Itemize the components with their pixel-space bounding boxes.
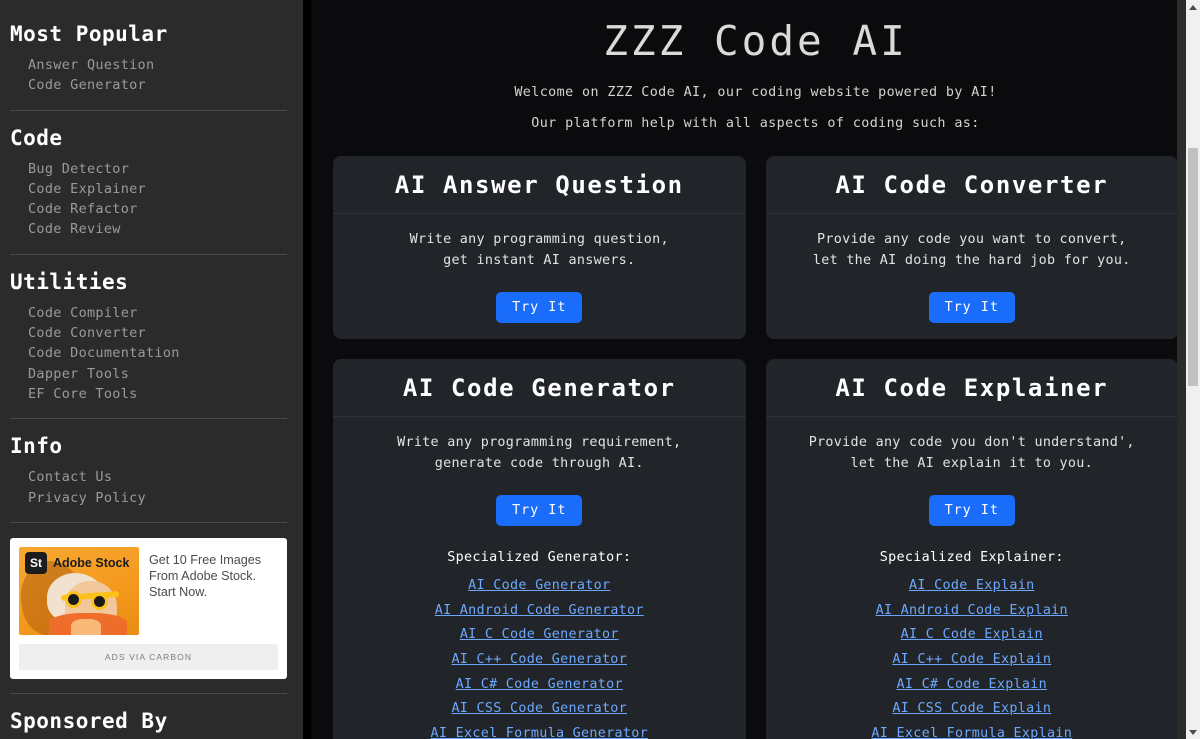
specialized-link-ai-excel-formula-generator[interactable]: AI Excel Formula Generator xyxy=(347,722,732,739)
sidebar-group-info: Info Contact Us Privacy Policy xyxy=(10,434,287,508)
sidebar-item-privacy-policy[interactable]: Privacy Policy xyxy=(10,488,287,508)
specialized-link-ai-csharp-code-generator[interactable]: AI C# Code Generator xyxy=(347,673,732,698)
specialized-link-ai-css-code-explain[interactable]: AI CSS Code Explain xyxy=(780,697,1165,722)
hero-section: ZZZ Code AI Welcome on ZZZ Code AI, our … xyxy=(333,0,1178,131)
sidebar-item-code-converter[interactable]: Code Converter xyxy=(10,323,287,343)
card-title: AI Code Explainer xyxy=(835,374,1109,403)
adobe-stock-ad-image: St Adobe Stock xyxy=(19,546,139,635)
sidebar-group-title: Most Popular xyxy=(10,22,168,46)
carbon-ad-top: St Adobe Stock Get 10 Free Images From A… xyxy=(19,546,278,635)
sidebar-item-code-refactor[interactable]: Code Refactor xyxy=(10,199,287,219)
specialized-link-ai-code-generator[interactable]: AI Code Generator xyxy=(347,574,732,599)
page-scrollbar[interactable] xyxy=(1186,0,1200,739)
sidebar-divider xyxy=(10,109,287,111)
sidebar-divider xyxy=(10,521,287,523)
sidebar-item-code-generator[interactable]: Code Generator xyxy=(10,75,287,95)
sidebar-group-title: Code xyxy=(10,125,63,150)
card-header: AI Code Converter xyxy=(765,156,1178,215)
adobe-stock-brand-name: Adobe Stock xyxy=(53,555,130,570)
hero-welcome-line: Welcome on ZZZ Code AI, our coding websi… xyxy=(514,85,997,101)
sidebar-item-code-documentation[interactable]: Code Documentation xyxy=(10,343,287,363)
adobe-stock-badge-icon: St xyxy=(25,551,47,574)
card-action-area: Try It xyxy=(780,495,1165,527)
card-ai-code-explainer: AI Code Explainer Provide any code you d… xyxy=(765,359,1179,739)
card-description-line-2: generate code through AI. xyxy=(434,455,644,471)
sidebar-group-sponsored: Sponsored By Z Dapper Plus xyxy=(10,709,287,739)
card-header: AI Code Explainer xyxy=(765,359,1178,418)
card-action-area: Try It xyxy=(347,495,732,527)
card-action-area: Try It xyxy=(347,292,732,324)
card-header: AI Answer Question xyxy=(333,156,746,215)
sidebar-item-code-explainer[interactable]: Code Explainer xyxy=(10,179,287,199)
sidebar-group-code: Code Bug Detector Code Explainer Code Re… xyxy=(10,126,287,240)
sidebar-item-code-compiler[interactable]: Code Compiler xyxy=(10,303,287,323)
card-description-line-1: Provide any code you don't understand', xyxy=(808,435,1135,451)
sidebar-item-ef-core-tools[interactable]: EF Core Tools xyxy=(10,384,287,404)
card-action-area: Try It xyxy=(780,292,1165,324)
sidebar-item-answer-question[interactable]: Answer Question xyxy=(10,55,287,75)
page-root: Most Popular Answer Question Code Genera… xyxy=(0,0,1200,739)
page-scrollbar-thumb[interactable] xyxy=(1188,148,1198,386)
specialized-link-ai-code-explain[interactable]: AI Code Explain xyxy=(780,574,1165,599)
specialized-explainer-title: Specialized Explainer: xyxy=(879,550,1064,566)
card-body: Provide any code you want to convert, le… xyxy=(766,214,1179,339)
card-description-line-2: let the AI explain it to you. xyxy=(850,455,1093,471)
main-content: ZZZ Code AI Welcome on ZZZ Code AI, our … xyxy=(311,0,1200,739)
specialized-generator-title: Specialized Generator: xyxy=(447,550,632,566)
specialized-link-ai-css-code-generator[interactable]: AI CSS Code Generator xyxy=(347,697,732,722)
sponsored-by-title: Sponsored By xyxy=(10,708,168,733)
card-header: AI Code Generator xyxy=(333,359,746,418)
scroll-down-arrow-icon[interactable] xyxy=(1186,725,1200,739)
card-ai-code-converter: AI Code Converter Provide any code you w… xyxy=(765,156,1179,340)
card-description-line-1: Write any programming requirement, xyxy=(397,435,682,451)
feature-card-grid: AI Answer Question Write any programming… xyxy=(333,156,1178,739)
sidebar-group-most-popular: Most Popular Answer Question Code Genera… xyxy=(10,22,287,96)
page-right-edge xyxy=(1177,0,1186,739)
card-title: AI Code Generator xyxy=(402,374,676,403)
specialized-link-ai-c-code-generator[interactable]: AI C Code Generator xyxy=(347,623,732,648)
try-it-button[interactable]: Try It xyxy=(928,495,1015,527)
card-body: Provide any code you don't understand', … xyxy=(766,417,1179,739)
sidebar-divider xyxy=(10,692,287,694)
carbon-ad[interactable]: St Adobe Stock Get 10 Free Images From A… xyxy=(10,537,287,679)
card-description-line-1: Provide any code you want to convert, xyxy=(817,232,1127,248)
carbon-ad-copy: Get 10 Free Images From Adobe Stock. Sta… xyxy=(149,552,261,599)
card-title: AI Answer Question xyxy=(394,171,684,200)
sidebar-group-utilities: Utilities Code Compiler Code Converter C… xyxy=(10,270,287,404)
specialized-link-ai-excel-formula-explain[interactable]: AI Excel Formula Explain xyxy=(780,722,1165,739)
card-description-line-2: get instant AI answers. xyxy=(443,252,636,268)
card-body: Write any programming question, get inst… xyxy=(333,214,746,339)
card-ai-answer-question: AI Answer Question Write any programming… xyxy=(333,156,746,340)
try-it-button[interactable]: Try It xyxy=(928,292,1015,324)
page-title: ZZZ Code AI xyxy=(603,17,908,65)
sidebar-item-bug-detector[interactable]: Bug Detector xyxy=(10,159,287,179)
sidebar-divider xyxy=(10,418,287,420)
scroll-up-arrow-icon[interactable] xyxy=(1186,0,1200,14)
carbon-ad-attribution[interactable]: ADS VIA CARBON xyxy=(19,643,278,670)
card-ai-code-generator: AI Code Generator Write any programming … xyxy=(333,359,746,739)
sidebar-group-title: Info xyxy=(10,434,63,459)
sidebar-item-dapper-tools[interactable]: Dapper Tools xyxy=(10,364,287,384)
sidebar-item-code-review[interactable]: Code Review xyxy=(10,219,287,239)
card-body: Write any programming requirement, gener… xyxy=(333,417,746,739)
sidebar-divider xyxy=(10,253,287,255)
card-title: AI Code Converter xyxy=(835,171,1109,200)
try-it-button[interactable]: Try It xyxy=(496,292,583,324)
sidebar: Most Popular Answer Question Code Genera… xyxy=(0,0,303,739)
card-description-line-1: Write any programming question, xyxy=(409,232,669,248)
sidebar-item-contact-us[interactable]: Contact Us xyxy=(10,467,287,487)
specialized-link-ai-android-code-explain[interactable]: AI Android Code Explain xyxy=(780,599,1165,624)
specialized-link-ai-android-code-generator[interactable]: AI Android Code Generator xyxy=(347,599,732,624)
sidebar-main-gutter xyxy=(303,0,311,739)
sidebar-content: Most Popular Answer Question Code Genera… xyxy=(0,0,303,739)
specialized-link-ai-cpp-code-explain[interactable]: AI C++ Code Explain xyxy=(780,648,1165,673)
hero-platform-line: Our platform help with all aspects of co… xyxy=(531,116,980,132)
card-description-line-2: let the AI doing the hard job for you. xyxy=(812,252,1131,268)
specialized-link-ai-c-code-explain[interactable]: AI C Code Explain xyxy=(780,623,1165,648)
try-it-button[interactable]: Try It xyxy=(496,495,583,527)
adobe-stock-logo: St Adobe Stock xyxy=(25,551,130,574)
sidebar-group-title: Utilities xyxy=(10,269,129,294)
specialized-link-ai-cpp-code-generator[interactable]: AI C++ Code Generator xyxy=(347,648,732,673)
specialized-link-ai-csharp-code-explain[interactable]: AI C# Code Explain xyxy=(780,673,1165,698)
